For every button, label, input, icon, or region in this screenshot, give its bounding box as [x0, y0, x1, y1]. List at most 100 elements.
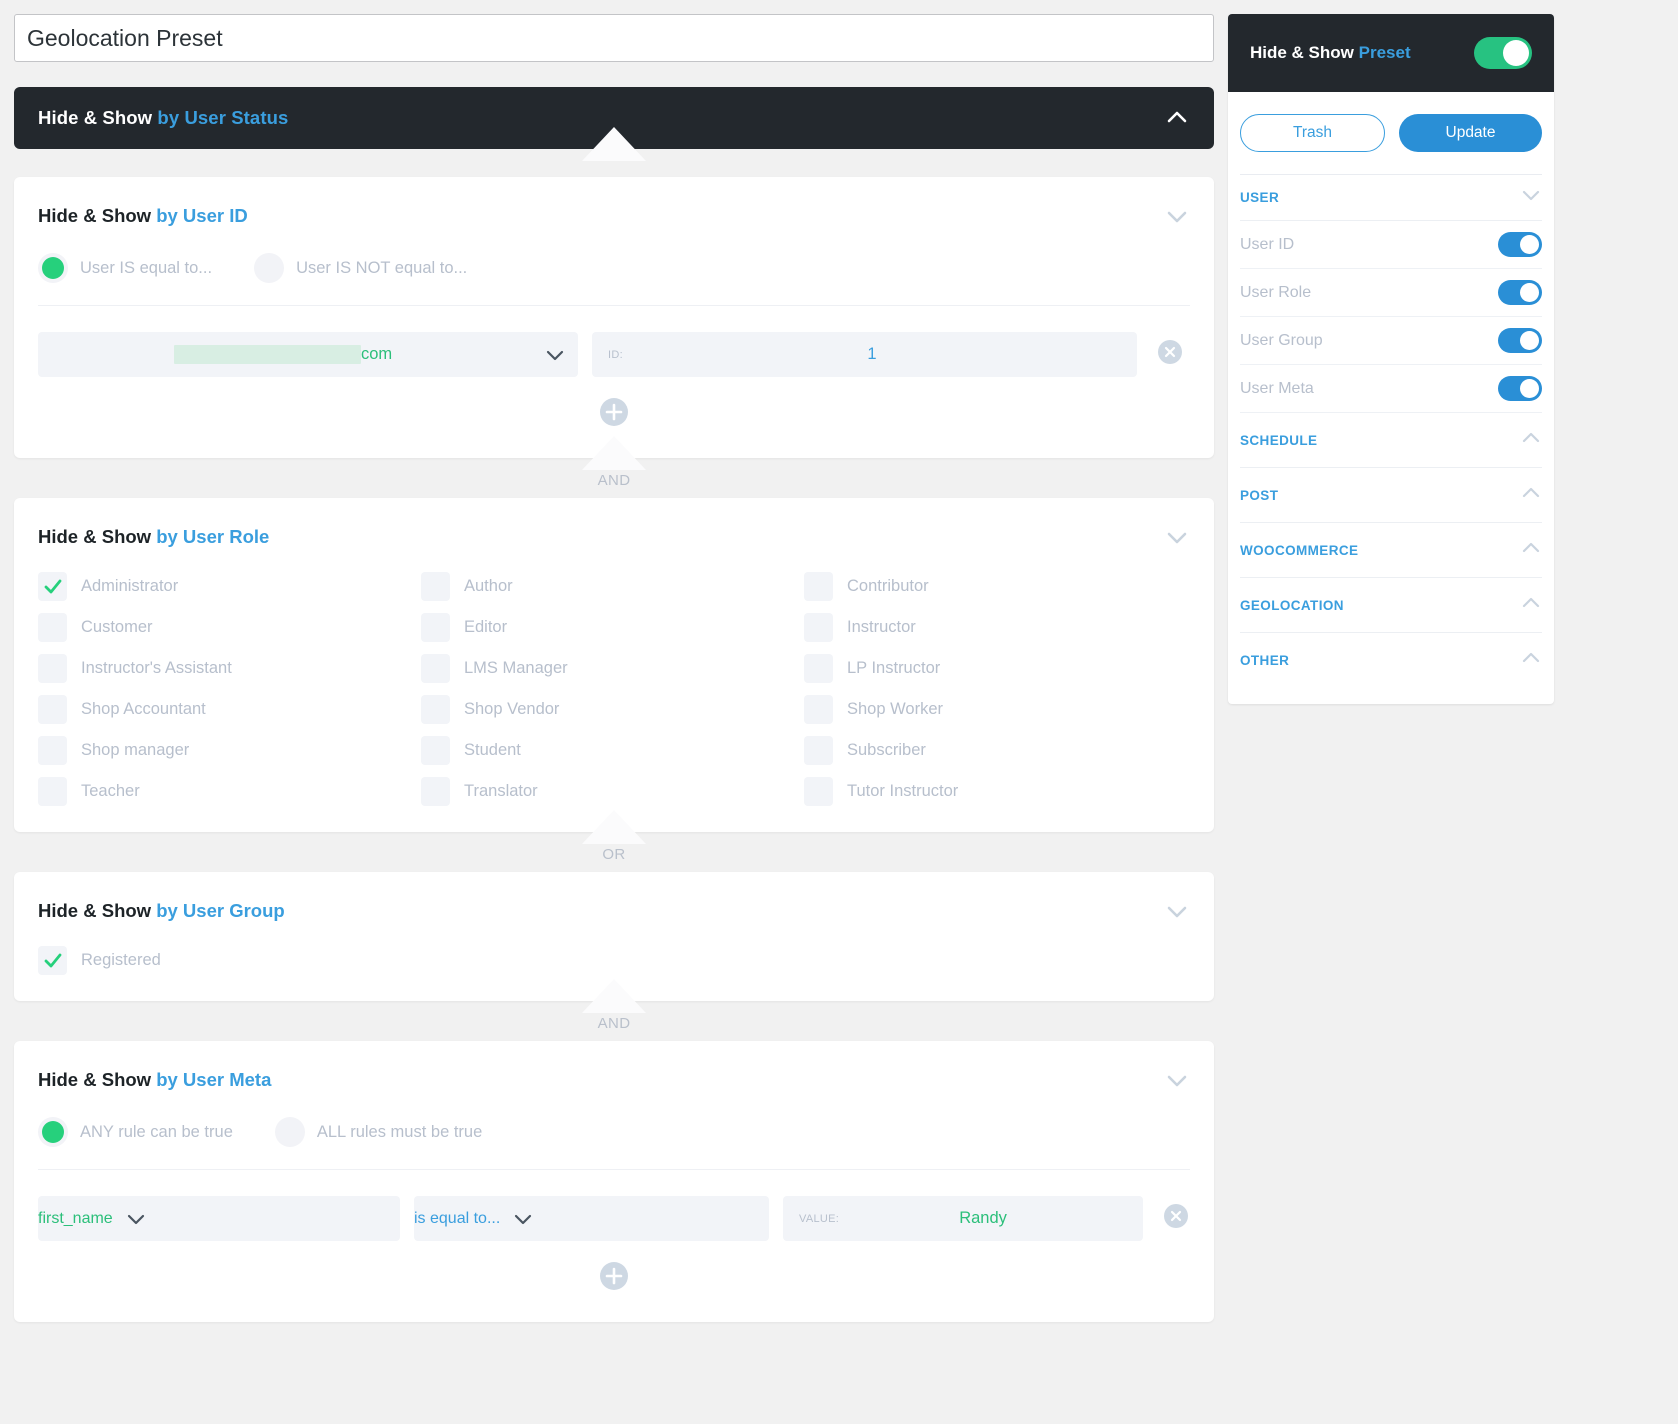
sidebar-group-post[interactable]: POST	[1240, 468, 1542, 523]
role-checkbox-item[interactable]: Subscriber	[804, 736, 1187, 765]
role-checkbox-item[interactable]: Author	[421, 572, 804, 601]
checkbox-icon[interactable]	[38, 695, 67, 724]
checkbox-icon[interactable]	[38, 613, 67, 642]
chevron-up-icon[interactable]	[1520, 592, 1542, 619]
role-label: Shop Vendor	[464, 700, 559, 719]
divider	[38, 305, 1190, 306]
checkbox-icon[interactable]	[38, 736, 67, 765]
role-checkbox-item[interactable]: Shop Accountant	[38, 695, 421, 724]
role-checkbox-item[interactable]: Instructor	[804, 613, 1187, 642]
radio-user-is-equal[interactable]: User IS equal to...	[38, 253, 212, 283]
role-checkbox-item[interactable]: Tutor Instructor	[804, 777, 1187, 806]
checkbox-icon[interactable]	[421, 695, 450, 724]
toggle-user-meta[interactable]	[1498, 376, 1542, 401]
checkbox-icon[interactable]	[804, 654, 833, 683]
sidebar-group-header-user[interactable]: USER	[1240, 175, 1542, 221]
user-id-value-field[interactable]: ID: 1	[592, 332, 1137, 377]
role-checkbox-item[interactable]: Translator	[421, 777, 804, 806]
chevron-up-icon[interactable]	[1520, 537, 1542, 564]
divider	[38, 1169, 1190, 1170]
role-checkbox-item[interactable]: Customer	[38, 613, 421, 642]
radio-any-rule[interactable]: ANY rule can be true	[38, 1117, 233, 1147]
chevron-down-icon[interactable]	[1164, 1067, 1190, 1093]
toggle-user-group[interactable]	[1498, 328, 1542, 353]
chevron-down-icon[interactable]	[1520, 184, 1542, 211]
role-checkbox-item[interactable]: LP Instructor	[804, 654, 1187, 683]
radio-selected-icon[interactable]	[38, 1117, 68, 1147]
checkbox-icon[interactable]	[421, 654, 450, 683]
plus-circle-icon[interactable]	[599, 1261, 629, 1296]
group-checkbox-item[interactable]: Registered	[38, 946, 421, 975]
role-checkbox-item[interactable]: Contributor	[804, 572, 1187, 601]
sidebar-item-user-id[interactable]: User ID	[1240, 221, 1542, 269]
sidebar-group-other[interactable]: OTHER	[1240, 633, 1542, 688]
checkbox-icon[interactable]	[804, 777, 833, 806]
checkbox-icon[interactable]	[38, 654, 67, 683]
trash-button[interactable]: Trash	[1240, 114, 1385, 152]
checkbox-icon[interactable]	[421, 736, 450, 765]
role-label: Shop manager	[81, 741, 189, 760]
radio-selected-icon[interactable]	[38, 253, 68, 283]
sidebar-group-woocommerce[interactable]: WOOCOMMERCE	[1240, 523, 1542, 578]
sidebar-group-schedule[interactable]: SCHEDULE	[1240, 413, 1542, 468]
chevron-down-icon[interactable]	[1164, 203, 1190, 229]
sidebar-title: Hide & Show Preset	[1250, 43, 1411, 63]
radio-user-is-not-equal[interactable]: User IS NOT equal to...	[254, 253, 467, 283]
role-checkbox-item[interactable]: Editor	[421, 613, 804, 642]
checkbox-icon[interactable]	[421, 613, 450, 642]
remove-circle-icon[interactable]	[1163, 1203, 1189, 1234]
sidebar-user-group: USER User ID User Role User Group	[1228, 175, 1554, 688]
user-role-panel-header[interactable]: Hide & Show by User Role	[38, 524, 1190, 550]
chevron-down-icon[interactable]	[500, 1208, 546, 1230]
toggle-knob	[1520, 283, 1539, 302]
connector-and-2-label: AND	[598, 1015, 631, 1032]
toggle-user-role[interactable]	[1498, 280, 1542, 305]
preset-title-input[interactable]	[14, 14, 1214, 62]
checkbox-icon[interactable]	[38, 777, 67, 806]
meta-key-select[interactable]: first_name	[38, 1196, 400, 1241]
chevron-up-icon[interactable]	[1520, 647, 1542, 674]
connector-triangle	[582, 979, 646, 1013]
sidebar-item-user-meta[interactable]: User Meta	[1240, 365, 1542, 413]
chevron-up-icon[interactable]	[1164, 105, 1190, 131]
role-checkbox-item[interactable]: Student	[421, 736, 804, 765]
radio-all-rules[interactable]: ALL rules must be true	[275, 1117, 482, 1147]
checkbox-icon[interactable]	[804, 695, 833, 724]
sidebar-item-user-group[interactable]: User Group	[1240, 317, 1542, 365]
role-checkbox-item[interactable]: Teacher	[38, 777, 421, 806]
role-checkbox-item[interactable]: Shop Worker	[804, 695, 1187, 724]
chevron-up-icon[interactable]	[1520, 482, 1542, 509]
sidebar-item-user-role[interactable]: User Role	[1240, 269, 1542, 317]
user-select[interactable]: ████████████████com	[38, 332, 578, 377]
chevron-down-icon[interactable]	[532, 344, 578, 366]
chevron-down-icon[interactable]	[1164, 524, 1190, 550]
user-id-panel-header[interactable]: Hide & Show by User ID	[38, 203, 1190, 229]
sidebar-group-geolocation[interactable]: GEOLOCATION	[1240, 578, 1542, 633]
role-checkbox-item[interactable]: LMS Manager	[421, 654, 804, 683]
checkbox-icon[interactable]	[421, 777, 450, 806]
toggle-user-id[interactable]	[1498, 232, 1542, 257]
radio-unselected-icon[interactable]	[254, 253, 284, 283]
chevron-up-icon[interactable]	[1520, 427, 1542, 454]
checkbox-icon[interactable]	[804, 736, 833, 765]
update-button[interactable]: Update	[1399, 114, 1542, 152]
user-meta-panel-header[interactable]: Hide & Show by User Meta	[38, 1067, 1190, 1093]
remove-circle-icon[interactable]	[1157, 339, 1183, 370]
plus-circle-icon[interactable]	[599, 397, 629, 432]
role-checkbox-item[interactable]: Shop manager	[38, 736, 421, 765]
role-checkbox-item[interactable]: Administrator	[38, 572, 421, 601]
chevron-down-icon[interactable]	[113, 1208, 159, 1230]
checkbox-checked-icon[interactable]	[38, 946, 67, 975]
user-group-panel-header[interactable]: Hide & Show by User Group	[38, 898, 1190, 924]
checkbox-icon[interactable]	[804, 572, 833, 601]
chevron-down-icon[interactable]	[1164, 898, 1190, 924]
role-checkbox-item[interactable]: Shop Vendor	[421, 695, 804, 724]
meta-value-field[interactable]: VALUE: Randy	[783, 1196, 1143, 1241]
checkbox-icon[interactable]	[804, 613, 833, 642]
preset-enable-toggle[interactable]	[1474, 37, 1532, 69]
radio-unselected-icon[interactable]	[275, 1117, 305, 1147]
role-checkbox-item[interactable]: Instructor's Assistant	[38, 654, 421, 683]
checkbox-checked-icon[interactable]	[38, 572, 67, 601]
meta-comparator-select[interactable]: is equal to...	[414, 1196, 769, 1241]
checkbox-icon[interactable]	[421, 572, 450, 601]
